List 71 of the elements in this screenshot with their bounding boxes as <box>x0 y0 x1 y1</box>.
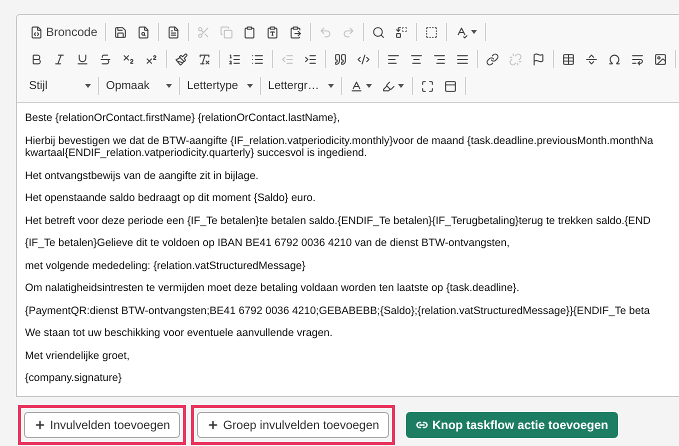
clear-format-icon <box>198 52 211 66</box>
replace-icon <box>395 26 408 38</box>
document-icon <box>167 26 180 38</box>
unlink-icon <box>509 52 522 66</box>
dashed-square-icon <box>425 26 438 38</box>
undo-icon <box>319 26 332 38</box>
subscript-icon <box>122 52 135 66</box>
body-paragraph: We staan tot uw beschikking voor eventuele aanvullende vragen. <box>25 326 334 341</box>
maximize-icon <box>421 80 434 92</box>
underline-icon <box>76 52 89 66</box>
wrap-icon <box>631 52 644 66</box>
body-paragraph: Met vriendelijke groet, <box>25 348 131 364</box>
align-right-icon <box>433 52 446 66</box>
panel-icon <box>444 80 457 92</box>
clipboard-icon <box>243 26 256 38</box>
clipboard-paste-icon <box>289 26 302 38</box>
file-search-icon <box>137 26 150 38</box>
caret-icon <box>166 84 172 88</box>
save-icon <box>114 26 128 38</box>
add-fields-button[interactable]: Groep invulvelden toevoegen <box>197 412 390 438</box>
body-paragraph: Het betreft voor deze periode een {IF_Te betalen}te betalen saldo.{ENDIF_Te betalen}{IF_Terugbetaling}terug te trekken saldo.{END <box>25 214 652 228</box>
file-code-button[interactable]: Broncode <box>25 23 102 41</box>
plus-icon <box>34 418 46 430</box>
caret-icon <box>247 84 253 88</box>
bulleted-list-icon <box>251 52 264 66</box>
plus-icon <box>207 418 220 430</box>
flag-icon <box>532 52 545 66</box>
strikethrough-icon <box>99 52 112 66</box>
caret-icon <box>85 84 91 88</box>
superscript-icon <box>145 52 158 66</box>
format-dropdown[interactable]: Stijl <box>25 78 95 94</box>
justify-icon <box>456 52 469 66</box>
code-icon <box>357 52 370 66</box>
align-center-icon <box>410 52 423 66</box>
body-paragraph: Het ontvangstbewijs van de aangifte zit in bijlage. <box>25 168 260 184</box>
body-paragraph: Het openstaande saldo bedraagt op dit moment {Saldo} euro. <box>25 191 317 206</box>
clipboard-text-icon <box>266 26 280 38</box>
body-paragraph: Beste {relationOrContact.firstName} {relationOrContact.lastName}, <box>25 111 341 126</box>
image-icon <box>654 52 667 66</box>
body-paragraph: Hierbij bevestigen we dat de BTW-aangifte {IF_relation.vatperiodicity.monthly}voor de maand {task.deadline.previousMonth.monthNa kwartaal{ENDIF_relation.vatperiodicity.quarterly} succesvol is ingediend. <box>25 134 654 161</box>
align-left-icon <box>387 52 400 66</box>
indent-icon <box>304 52 317 66</box>
search-icon <box>372 26 386 38</box>
copy-icon <box>220 26 234 38</box>
redo-icon <box>342 26 356 38</box>
body-paragraph: {PaymentQR:dienst BTW-ontvangsten;BE41 6792 0036 4210;GEBABEBB;{Saldo};{relation.vatStructuredMessage}}{ENDIF_Te beta <box>25 304 651 318</box>
format-dropdown[interactable]: Lettergr… <box>264 78 338 94</box>
italic-icon <box>53 52 66 66</box>
add-fields-button[interactable]: Invulvelden toevoegen <box>24 412 180 438</box>
link-icon <box>486 52 499 66</box>
body-paragraph: Om nalatigheidsintresten te vermijden moet deze betaling voldaan worden ten laatste op {task.deadline}. <box>25 281 520 296</box>
omega-icon <box>608 52 621 66</box>
horizontal-rule-icon <box>585 52 598 66</box>
quote-icon <box>334 52 347 66</box>
format-dropdown[interactable]: Opmaak <box>102 78 176 94</box>
highlighter-icon <box>382 80 395 92</box>
bold-icon <box>30 52 43 66</box>
body-paragraph: {company.signature} <box>25 371 123 386</box>
add-action-button[interactable]: Knop taskflow actie toevoegen <box>406 412 618 438</box>
scissors-icon <box>197 26 210 38</box>
spellcheck-icon <box>455 26 468 38</box>
outdent-icon <box>281 52 294 66</box>
format-dropdown[interactable]: Lettertype <box>183 78 257 94</box>
body-paragraph: {IF_Te betalen}Gelieve dit te voldoen op IBAN BE41 6792 0036 4210 van de dienst BTW-ontvangsten, <box>25 236 511 251</box>
paintbrush-icon <box>175 52 188 66</box>
file-code-icon <box>30 26 43 38</box>
text-color-icon <box>350 80 363 92</box>
table-icon <box>562 52 575 66</box>
body-paragraph: met volgende mededeling: {relation.vatStructuredMessage} <box>25 258 306 274</box>
caret-icon <box>328 84 334 88</box>
numbered-list-icon <box>228 52 241 66</box>
